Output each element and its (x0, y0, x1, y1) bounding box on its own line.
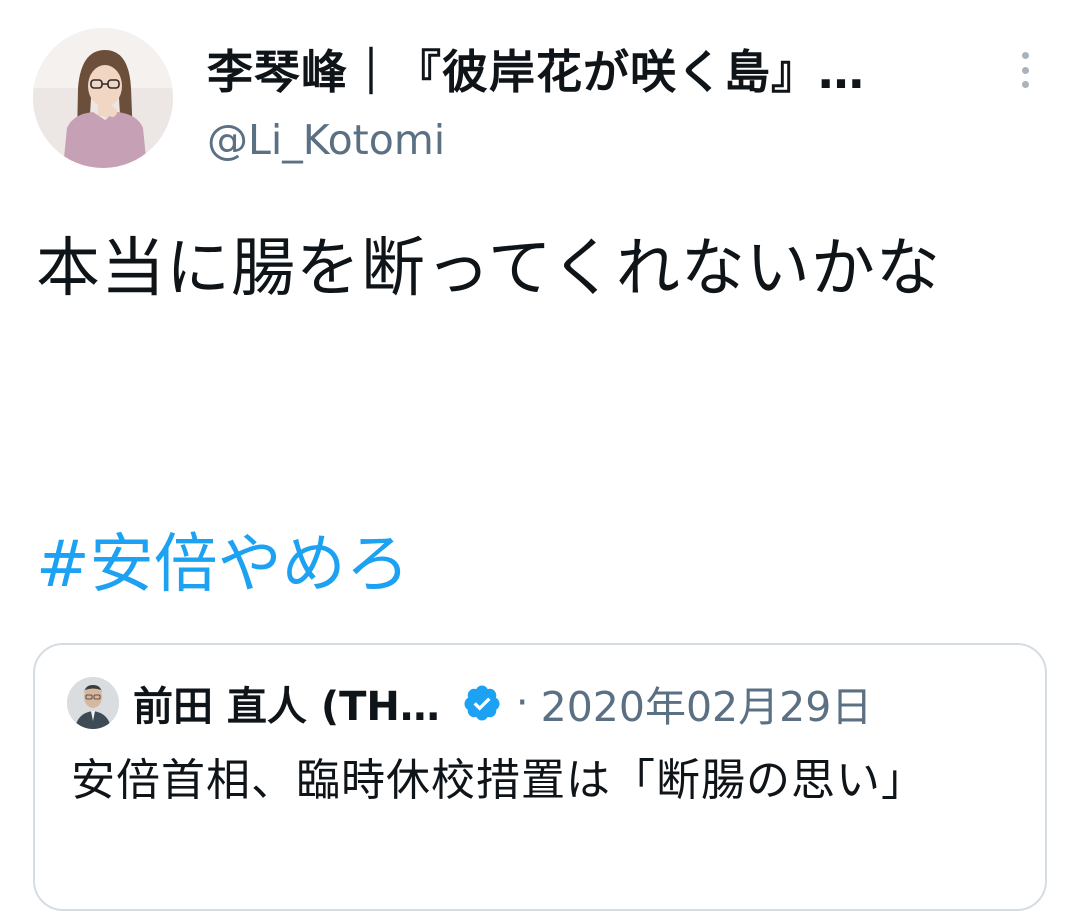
quoted-author-name: 前田 直人 (TH… (133, 684, 440, 730)
quoted-tweet-separator: · (515, 680, 529, 726)
quoted-tweet-text: 安倍首相、臨時休校措置は「断腸の思い」 (71, 755, 926, 806)
author-name-row[interactable]: 李琴峰｜『彼岸花が咲く島』… (207, 40, 1007, 99)
more-vertical-icon[interactable] (1010, 48, 1040, 92)
quoted-author-avatar (67, 677, 119, 729)
quoted-tweet-header: 前田 直人 (TH… · 2020年02月29日 (67, 675, 1017, 731)
hashtag-link[interactable]: #安倍やめろ (36, 518, 410, 612)
author-avatar[interactable] (33, 28, 173, 168)
author-avatar-image (33, 28, 173, 168)
tweet-text: 本当に腸を断ってくれないかな (36, 232, 941, 306)
quoted-author-avatar-image (67, 677, 119, 729)
author-handle[interactable]: @Li_Kotomi (207, 116, 445, 164)
quoted-tweet-date: 2020年02月29日 (540, 683, 873, 731)
quoted-tweet-card[interactable]: 前田 直人 (TH… · 2020年02月29日 安倍首相、臨時休校措置は「断腸… (33, 643, 1047, 911)
author-display-name[interactable]: 李琴峰｜『彼岸花が咲く島』… (207, 36, 865, 102)
verified-badge-icon (464, 685, 500, 721)
